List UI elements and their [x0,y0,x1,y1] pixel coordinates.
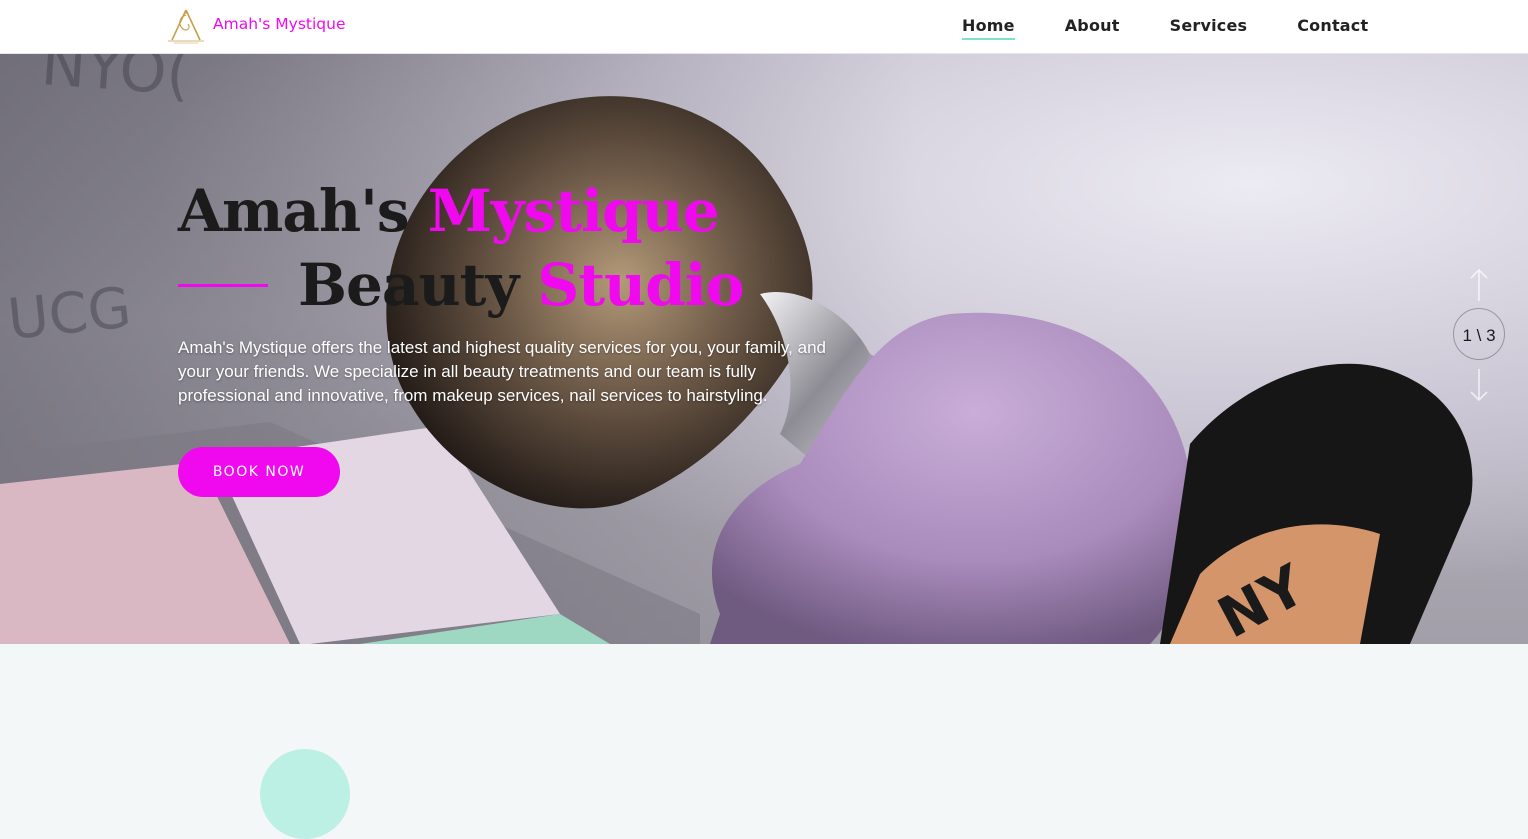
slider-controls: 1 \ 3 [1452,268,1506,404]
hero-title-studio: Studio [537,251,744,319]
salon-logo-icon [168,9,204,44]
hero-title-brand: Amah's [178,177,410,245]
hero-slider: NYO( UCG NY Amah's Mystique Beauty Studi… [0,54,1528,644]
svg-text:UCG: UCG [5,275,135,353]
nav-about[interactable]: About [1065,16,1120,35]
book-now-button[interactable]: BOOK NOW [178,447,340,497]
arrow-up-icon[interactable] [1469,268,1489,302]
about-section [0,644,1528,839]
hero-title-line1: Amah's Mystique [178,174,744,248]
nav-services[interactable]: Services [1170,16,1248,35]
nav-contact[interactable]: Contact [1297,16,1368,35]
brand-name: Amah's Mystique [213,15,346,33]
brand-logo[interactable]: Amah's Mystique [164,7,346,45]
main-nav: Home About Services Contact [962,16,1368,40]
hero-title-accent: Mystique [427,177,720,245]
hero-title: Amah's Mystique Beauty Studio [178,174,745,322]
hero-description: Amah's Mystique offers the latest and hi… [178,338,826,405]
decorative-circle [260,749,350,839]
nav-home[interactable]: Home [962,16,1015,40]
arrow-down-icon[interactable] [1469,368,1489,402]
hero-title-line2: Beauty Studio [178,248,745,322]
hero-title-beauty: Beauty [298,251,519,319]
title-divider [178,283,268,287]
slide-pager: 1 \ 3 [1462,326,1496,345]
site-header: Amah's Mystique Home About Services Cont… [0,0,1528,54]
